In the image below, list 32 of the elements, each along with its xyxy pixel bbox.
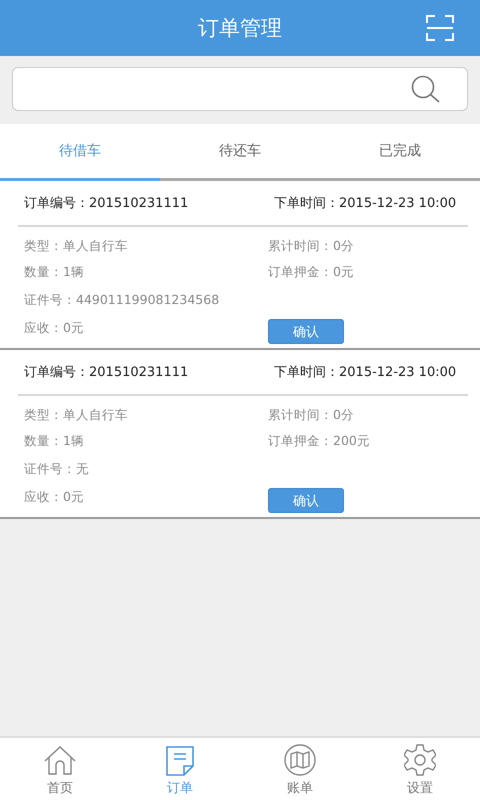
home-icon [44, 746, 76, 776]
order-detail: 证件号：无 [24, 460, 90, 478]
confirm-button[interactable]: 确认 [268, 488, 344, 513]
order-detail: 数量：1辆 [24, 263, 85, 281]
order-detail: 数量：1辆 [24, 432, 85, 450]
order-time: 下单时间：2015-12-23 10:00 [274, 364, 456, 381]
order-number: 订单编号：201510231111 [23, 195, 190, 212]
order-detail: 类型：单人自行车 [24, 237, 129, 255]
map-icon [284, 744, 316, 776]
confirm-button[interactable]: 确认 [268, 319, 344, 344]
settings-icon [404, 744, 436, 776]
search-icon[interactable] [411, 75, 441, 103]
order-detail: 订单押金：200元 [268, 432, 371, 450]
scan-icon[interactable] [426, 15, 454, 41]
tab[interactable]: 已完成 [320, 124, 480, 181]
document-icon [166, 746, 194, 776]
nav-tab[interactable]: 设置 [360, 738, 480, 800]
order-time: 下单时间：2015-12-23 10:00 [274, 195, 456, 212]
order-detail: 类型：单人自行车 [24, 406, 129, 424]
nav-tab[interactable]: 订单 [120, 738, 240, 800]
order-detail: 应收：0元 [24, 488, 85, 506]
order-detail: 订单押金：0元 [268, 263, 355, 281]
search-field[interactable] [12, 67, 468, 111]
order-detail: 累计时间：0分 [268, 406, 355, 424]
order-detail: 应收：0元 [24, 319, 85, 337]
order-detail: 证件号：449011199081234568 [24, 291, 220, 309]
page-title: 订单管理 [198, 15, 282, 42]
order-detail: 累计时间：0分 [268, 237, 355, 255]
order-number: 订单编号：201510231111 [23, 364, 190, 381]
nav-tab[interactable]: 首页 [0, 738, 120, 800]
nav-tab[interactable]: 账单 [240, 738, 360, 800]
tab[interactable]: 待还车 [160, 124, 320, 181]
